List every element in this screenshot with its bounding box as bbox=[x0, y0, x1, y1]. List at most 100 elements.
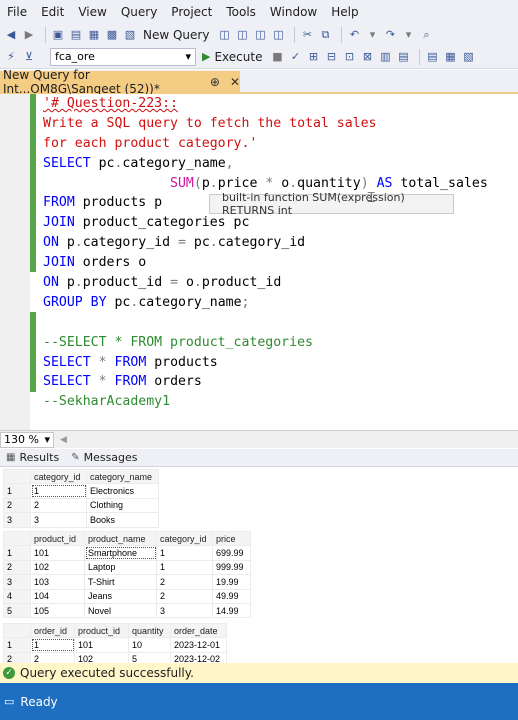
open-file-icon[interactable]: ▤ bbox=[69, 27, 83, 43]
menu-item-tools[interactable]: Tools bbox=[219, 5, 263, 19]
menu-item-help[interactable]: Help bbox=[324, 5, 365, 19]
column-header[interactable]: category_id bbox=[156, 530, 213, 547]
code-line[interactable]: --SekharAcademy1 bbox=[43, 392, 488, 412]
column-header[interactable]: quantity bbox=[128, 622, 171, 639]
redo-dropdown-icon[interactable]: ▾ bbox=[401, 27, 415, 43]
results-to-grid-icon[interactable]: ▦ bbox=[443, 49, 457, 65]
table-cell[interactable]: 999.99 bbox=[212, 559, 251, 576]
result-grid-products[interactable]: product_id product_name category_id price 1 1… bbox=[3, 530, 251, 619]
forward-icon[interactable]: ▶ bbox=[22, 27, 36, 43]
row-number[interactable]: 2 bbox=[3, 651, 31, 663]
zoom-select[interactable]: 130 % ▾ bbox=[0, 431, 54, 448]
close-icon[interactable]: ✕ bbox=[230, 75, 240, 89]
results-to-text-icon[interactable]: ▤ bbox=[425, 49, 439, 65]
code-line[interactable]: JOIN orders o bbox=[43, 253, 488, 273]
sql-editor[interactable]: '# Question-223:: Write a SQL query to fe… bbox=[0, 94, 518, 430]
table-cell[interactable]: 103 bbox=[30, 574, 85, 590]
table-row[interactable]: 1 101 Smartphone 1 699.99 bbox=[3, 545, 251, 561]
table-cell[interactable]: 19.99 bbox=[212, 574, 251, 590]
table-cell[interactable]: 2 bbox=[156, 574, 213, 590]
column-header[interactable]: order_date bbox=[170, 622, 227, 639]
table-cell[interactable]: 10 bbox=[128, 637, 171, 653]
row-number[interactable]: 4 bbox=[3, 588, 31, 604]
table-cell[interactable]: 102 bbox=[30, 559, 85, 576]
column-header[interactable]: order_id bbox=[30, 622, 75, 639]
table-row[interactable]: 2 2 Clothing bbox=[3, 497, 159, 514]
query-designer-icon[interactable]: ⊟ bbox=[324, 49, 338, 65]
menu-item-window[interactable]: Window bbox=[263, 5, 324, 19]
intellisense-icon[interactable]: ⊡ bbox=[342, 49, 356, 65]
code-line[interactable] bbox=[43, 313, 488, 333]
table-cell[interactable]: Books bbox=[86, 512, 159, 528]
redo-icon[interactable]: ↷ bbox=[383, 27, 397, 43]
table-row[interactable]: 2 2 102 5 2023-12-02 bbox=[3, 651, 227, 663]
table-cell[interactable]: 2023-12-01 bbox=[170, 637, 227, 653]
client-stats-icon[interactable]: ▤ bbox=[396, 49, 410, 65]
menu-item-edit[interactable]: Edit bbox=[34, 5, 71, 19]
menu-item-file[interactable]: File bbox=[0, 5, 34, 19]
undo-dropdown-icon[interactable]: ▾ bbox=[365, 27, 379, 43]
code-line[interactable]: GROUP BY pc.category_name; bbox=[43, 293, 488, 313]
code-line[interactable]: --SELECT * FROM product_categories bbox=[43, 333, 488, 353]
code-line[interactable]: Write a SQL query to fetch the total sal… bbox=[43, 114, 488, 134]
code-line[interactable]: ON p.product_id = o.product_id bbox=[43, 273, 488, 293]
connect-icon[interactable]: ⚡ bbox=[4, 49, 18, 65]
code-line[interactable]: SELECT * FROM products bbox=[43, 353, 488, 373]
grid-corner[interactable] bbox=[3, 468, 31, 485]
table-cell[interactable]: 102 bbox=[74, 651, 129, 663]
table-cell[interactable]: 1 bbox=[156, 559, 213, 576]
new-project-icon[interactable]: ▣ bbox=[51, 27, 65, 43]
code-line[interactable]: SELECT pc.category_name, bbox=[43, 154, 488, 174]
column-header[interactable]: category_id bbox=[30, 468, 87, 485]
table-row[interactable]: 2 102 Laptop 1 999.99 bbox=[3, 559, 251, 576]
table-row[interactable]: 1 1 101 10 2023-12-01 bbox=[3, 637, 227, 653]
table-cell[interactable]: 3 bbox=[30, 512, 87, 528]
database-select[interactable]: fca_ore ▾ bbox=[50, 47, 196, 66]
row-number[interactable]: 3 bbox=[3, 574, 31, 590]
row-number[interactable]: 2 bbox=[3, 559, 31, 576]
grid-corner[interactable] bbox=[3, 622, 31, 639]
copy-icon[interactable]: ⧉ bbox=[318, 27, 332, 43]
menu-item-view[interactable]: View bbox=[71, 5, 113, 19]
table-cell[interactable]: Jeans bbox=[84, 588, 157, 604]
table-cell[interactable]: Novel bbox=[84, 602, 157, 619]
search-icon[interactable]: ⌕ bbox=[419, 27, 433, 43]
pin-icon[interactable]: ⊕ bbox=[210, 75, 220, 89]
table-row[interactable]: 4 104 Jeans 2 49.99 bbox=[3, 588, 251, 604]
tab-messages[interactable]: ✎ Messages bbox=[65, 451, 143, 464]
stop-icon[interactable]: ■ bbox=[270, 49, 284, 65]
row-number[interactable]: 1 bbox=[3, 483, 31, 499]
table-row[interactable]: 3 3 Books bbox=[3, 512, 159, 528]
parse-icon[interactable]: ✓ bbox=[288, 49, 302, 65]
back-icon[interactable]: ◀ bbox=[4, 27, 18, 43]
column-header[interactable]: product_id bbox=[74, 622, 129, 639]
new-query-button[interactable]: New Query bbox=[143, 28, 209, 42]
table-cell[interactable]: Clothing bbox=[86, 497, 159, 514]
include-plan-icon[interactable]: ⊠ bbox=[360, 49, 374, 65]
column-header[interactable]: price bbox=[212, 530, 251, 547]
table-cell[interactable]: 2023-12-02 bbox=[170, 651, 227, 663]
grid-corner[interactable] bbox=[3, 530, 31, 547]
table-cell[interactable]: 101 bbox=[74, 637, 129, 653]
table-row[interactable]: 5 105 Novel 3 14.99 bbox=[3, 602, 251, 619]
table-cell[interactable]: 1 bbox=[156, 545, 213, 561]
execute-button[interactable]: Execute bbox=[214, 50, 262, 64]
table-cell[interactable]: 2 bbox=[156, 588, 213, 604]
scroll-left-icon[interactable]: ◀ bbox=[60, 435, 67, 445]
menu-item-query[interactable]: Query bbox=[114, 5, 164, 19]
table-cell[interactable]: 5 bbox=[128, 651, 171, 663]
result-grid-orders[interactable]: order_id product_id quantity order_date 1 1 10… bbox=[3, 622, 227, 663]
table-cell[interactable]: 105 bbox=[30, 602, 85, 619]
undo-icon[interactable]: ↶ bbox=[347, 27, 361, 43]
table-cell[interactable]: 1 bbox=[30, 637, 75, 653]
table-cell[interactable]: 49.99 bbox=[212, 588, 251, 604]
table-row[interactable]: 1 1 Electronics bbox=[3, 483, 159, 499]
table-cell[interactable]: 2 bbox=[30, 651, 75, 663]
execute-icon[interactable]: ▶ bbox=[202, 50, 210, 63]
table-cell[interactable]: 1 bbox=[30, 483, 87, 499]
table-row[interactable]: 3 103 T-Shirt 2 19.99 bbox=[3, 574, 251, 590]
results-to-file-icon[interactable]: ▧ bbox=[461, 49, 475, 65]
cut-icon[interactable]: ✂ bbox=[300, 27, 314, 43]
dax-query-icon[interactable]: ◫ bbox=[271, 27, 285, 43]
table-cell[interactable]: Electronics bbox=[86, 483, 159, 499]
